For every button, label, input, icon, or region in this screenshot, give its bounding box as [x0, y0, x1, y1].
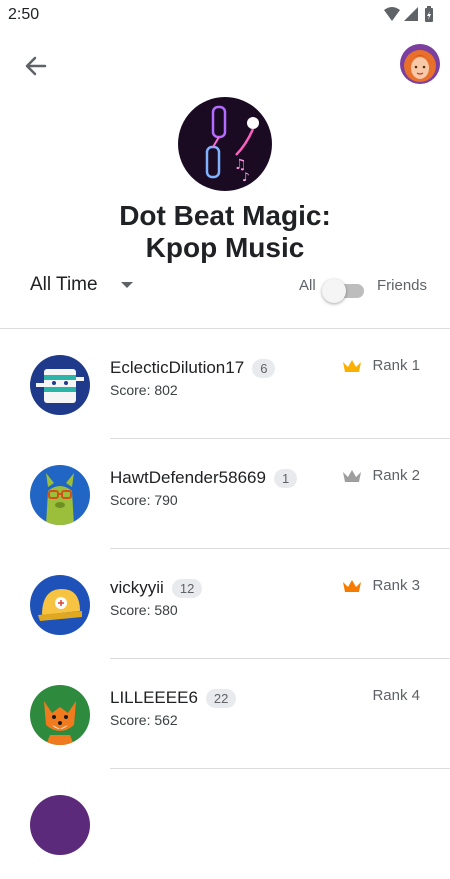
level-badge: 12	[171, 578, 203, 598]
leaderboard-row[interactable]: EclecticDilution17 6 Score: 802 Rank 1	[0, 329, 450, 439]
rank-text: Rank 1	[372, 357, 420, 374]
game-title-line2: Kpop Music	[145, 232, 305, 263]
time-range-dropdown[interactable]: All Time	[30, 274, 98, 296]
player-name: LILLEEEE6	[110, 688, 198, 707]
player-name-line: vickyyii 12	[110, 577, 203, 599]
player-name: HawtDefender58669	[110, 468, 266, 487]
rank-text: Rank 3	[372, 577, 420, 594]
game-icon: ♫ ♪	[178, 97, 272, 191]
leaderboard-row-partial[interactable]	[0, 769, 450, 879]
game-title: Dot Beat Magic: Kpop Music	[0, 200, 450, 264]
level-badge: 22	[205, 688, 237, 708]
rank-label: Rank 4	[372, 687, 420, 704]
filter-row: All Time All Friends	[0, 270, 450, 303]
player-name-line: EclecticDilution17 6	[110, 357, 276, 379]
friends-toggle[interactable]	[322, 278, 364, 303]
player-name-line: HawtDefender58669 1	[110, 467, 298, 489]
leaderboard-row[interactable]: vickyyii 12 Score: 580 Rank 3	[0, 549, 450, 659]
player-score: Score: 802	[110, 382, 178, 398]
back-arrow-icon[interactable]	[20, 50, 52, 82]
toggle-friends-label: Friends	[377, 277, 428, 294]
player-name: vickyyii	[110, 578, 164, 597]
leaderboard-row[interactable]: LILLEEEE6 22 Score: 562 Rank 4	[0, 659, 450, 769]
status-bar: 2:50	[0, 0, 450, 30]
player-avatar	[30, 575, 90, 635]
rank-label: Rank 2	[342, 467, 420, 484]
silver-crown-icon	[343, 469, 362, 482]
rank-text: Rank 2	[372, 467, 420, 484]
player-name-line: LILLEEEE6 22	[110, 687, 237, 709]
player-avatar	[30, 465, 90, 525]
gold-crown-icon	[343, 359, 362, 372]
player-avatar	[30, 685, 90, 745]
toggle-thumb	[322, 279, 346, 303]
player-score: Score: 790	[110, 492, 178, 508]
player-avatar	[30, 355, 90, 415]
player-avatar	[30, 795, 90, 855]
rank-text: Rank 4	[372, 687, 420, 704]
level-badge: 6	[252, 358, 276, 378]
dropdown-caret-icon[interactable]	[121, 282, 133, 288]
rank-label: Rank 3	[342, 577, 420, 594]
status-icons	[384, 6, 433, 22]
rank-label: Rank 1	[342, 357, 420, 374]
bronze-crown-icon	[343, 579, 362, 592]
svg-text:♪: ♪	[242, 170, 250, 184]
signal-icon	[404, 7, 418, 21]
game-title-line1: Dot Beat Magic:	[119, 200, 331, 231]
status-time: 2:50	[8, 6, 40, 23]
toggle-all-label: All	[299, 277, 316, 294]
leaderboard-row[interactable]: HawtDefender58669 1 Score: 790 Rank 2	[0, 439, 450, 549]
profile-avatar[interactable]	[400, 44, 440, 84]
player-name: EclecticDilution17	[110, 358, 245, 377]
wifi-icon	[384, 7, 400, 21]
player-score: Score: 562	[110, 712, 178, 728]
player-score: Score: 580	[110, 602, 178, 618]
level-badge: 1	[273, 468, 298, 488]
